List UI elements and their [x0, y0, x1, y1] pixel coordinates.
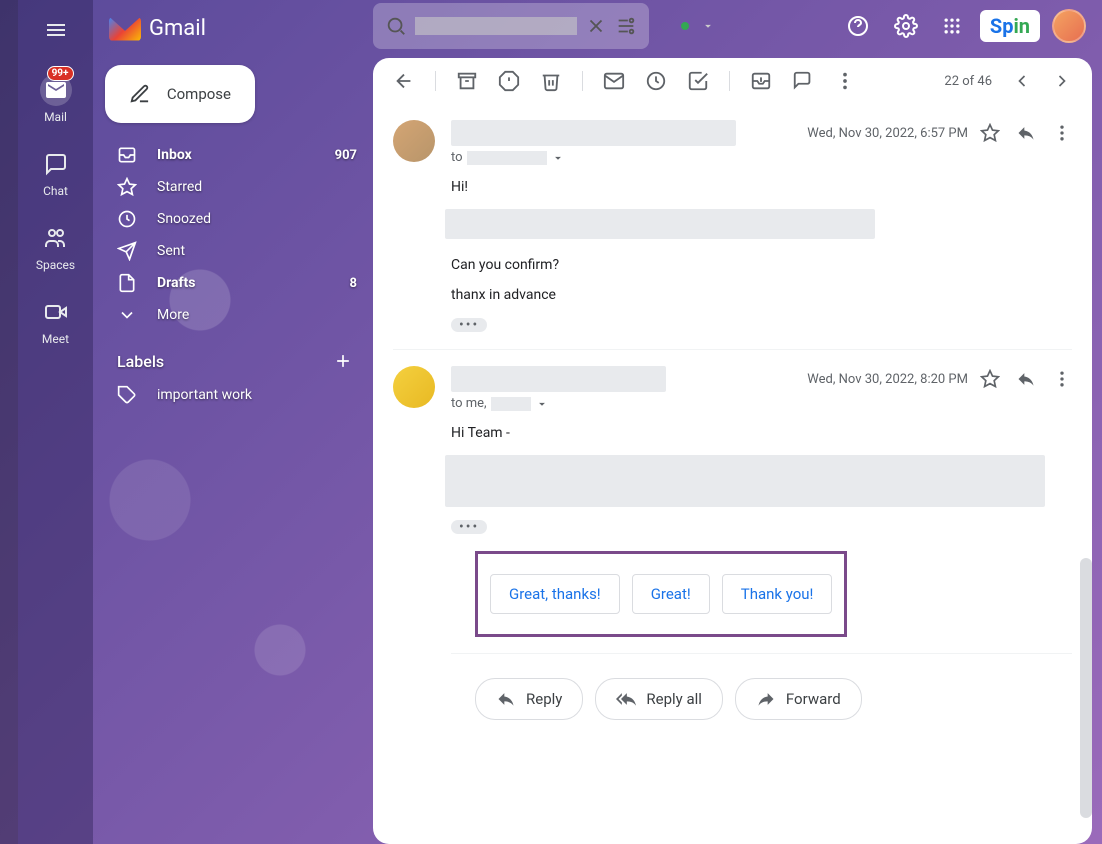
compose-button[interactable]: Compose: [105, 65, 255, 123]
nav-more[interactable]: More: [93, 299, 373, 331]
move-to-icon[interactable]: [750, 70, 772, 92]
smart-reply-row: Great, thanks! Great! Thank you!: [475, 551, 847, 637]
apps-icon[interactable]: [936, 10, 968, 42]
star-icon[interactable]: [980, 369, 1000, 389]
label-important-work[interactable]: important work: [93, 379, 373, 411]
label-icon[interactable]: [792, 70, 814, 92]
clear-icon[interactable]: [585, 15, 607, 37]
nav-sent[interactable]: Sent: [93, 235, 373, 267]
add-task-icon[interactable]: [687, 70, 709, 92]
search-icon: [385, 15, 407, 37]
nav-snoozed[interactable]: Snoozed: [93, 203, 373, 235]
show-trimmed-icon[interactable]: •••: [451, 520, 487, 534]
message-date: Wed, Nov 30, 2022, 8:20 PM: [807, 372, 968, 387]
archive-icon[interactable]: [456, 70, 478, 92]
nav-rail: 99+ Mail Chat Spaces Meet: [18, 0, 93, 844]
nav-starred[interactable]: Starred: [93, 171, 373, 203]
nav-drafts[interactable]: Drafts 8: [93, 267, 373, 299]
star-icon[interactable]: [980, 123, 1000, 143]
rail-label: Mail: [44, 110, 67, 124]
message-toolbar: 22 of 46: [373, 58, 1092, 104]
show-details-icon[interactable]: [551, 151, 565, 165]
menu-icon[interactable]: [36, 10, 76, 50]
smart-reply-button[interactable]: Thank you!: [722, 574, 833, 614]
rail-label: Chat: [43, 184, 68, 198]
more-icon[interactable]: [1052, 369, 1072, 389]
smart-reply-button[interactable]: Great, thanks!: [490, 574, 620, 614]
scrollbar[interactable]: [1080, 558, 1092, 818]
message-body: Hi! Can you confirm? thanx in advance ••…: [451, 179, 1072, 333]
rail-spaces[interactable]: Spaces: [36, 222, 75, 272]
redacted-recipient: [467, 151, 547, 165]
status-dropdown-icon[interactable]: [701, 19, 715, 33]
mail-badge: 99+: [47, 66, 74, 81]
reply-icon[interactable]: [1016, 369, 1036, 389]
account-avatar[interactable]: [1052, 9, 1086, 43]
nav-inbox[interactable]: Inbox 907: [93, 139, 373, 171]
reply-all-button[interactable]: Reply all: [595, 678, 723, 720]
reply-button[interactable]: Reply: [475, 678, 583, 720]
labels-header: Labels: [93, 331, 373, 379]
reply-icon[interactable]: [1016, 123, 1036, 143]
rail-meet[interactable]: Meet: [40, 296, 72, 346]
rail-label: Spaces: [36, 258, 75, 272]
back-icon[interactable]: [393, 70, 415, 92]
rail-chat[interactable]: Chat: [40, 148, 72, 198]
header: Spin: [373, 0, 1102, 52]
message-date: Wed, Nov 30, 2022, 6:57 PM: [807, 126, 968, 141]
rail-label: Meet: [42, 332, 69, 346]
sidebar: Gmail Compose Inbox 907 Starred Snoozed …: [93, 0, 373, 844]
sender-avatar[interactable]: [393, 120, 435, 162]
spam-icon[interactable]: [498, 70, 520, 92]
filter-icon[interactable]: [615, 15, 637, 37]
message-position: 22 of 46: [944, 74, 992, 89]
more-icon[interactable]: [834, 70, 856, 92]
spin-badge[interactable]: Spin: [980, 10, 1040, 42]
show-details-icon[interactable]: [535, 397, 549, 411]
add-label-icon[interactable]: [333, 351, 353, 371]
status-dot: [681, 22, 689, 30]
redacted-sender: [451, 120, 736, 146]
newer-icon[interactable]: [1052, 71, 1072, 91]
settings-icon[interactable]: [888, 8, 924, 44]
help-icon[interactable]: [840, 8, 876, 44]
gmail-logo[interactable]: Gmail: [93, 8, 373, 57]
message-item: Wed, Nov 30, 2022, 8:20 PM to me,: [393, 349, 1072, 736]
message-item: Wed, Nov 30, 2022, 6:57 PM to: [393, 104, 1072, 349]
sender-avatar[interactable]: [393, 366, 435, 408]
mark-unread-icon[interactable]: [603, 70, 625, 92]
redacted-sender: [451, 366, 666, 392]
redacted-recipient: [491, 397, 531, 411]
message-pane: 22 of 46 Wed, Nov 30, 2022, 6:57 PM: [373, 58, 1092, 844]
delete-icon[interactable]: [540, 70, 562, 92]
more-icon[interactable]: [1052, 123, 1072, 143]
search-box[interactable]: [373, 3, 649, 49]
older-icon[interactable]: [1012, 71, 1032, 91]
snooze-icon[interactable]: [645, 70, 667, 92]
smart-reply-button[interactable]: Great!: [632, 574, 710, 614]
message-body: Hi Team - •••: [451, 425, 1072, 535]
show-trimmed-icon[interactable]: •••: [451, 318, 487, 332]
rail-mail[interactable]: 99+ Mail: [40, 74, 72, 124]
forward-button[interactable]: Forward: [735, 678, 862, 720]
